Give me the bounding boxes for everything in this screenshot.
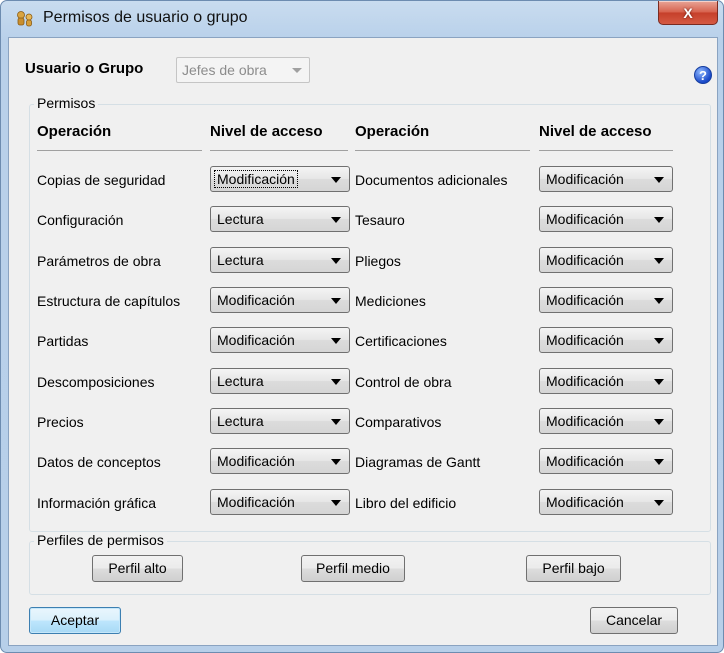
operation-label: Parámetros de obra [37, 253, 161, 269]
perfil-medio-button[interactable]: Perfil medio [301, 555, 405, 582]
operation-label: Diagramas de Gantt [355, 454, 481, 470]
operation-label: Control de obra [355, 374, 452, 390]
chevron-down-icon [654, 258, 664, 264]
access-level-select[interactable]: Modificación [210, 448, 350, 474]
chevron-down-icon [654, 500, 664, 506]
chevron-down-icon [654, 419, 664, 425]
access-level-value: Modificación [546, 211, 624, 227]
chevron-down-icon [654, 459, 664, 465]
access-level-select[interactable]: Modificación [210, 327, 350, 353]
header-divider-left-level [210, 150, 348, 151]
chevron-down-icon [654, 338, 664, 344]
chevron-down-icon [331, 419, 341, 425]
chevron-down-icon [654, 217, 664, 223]
access-level-value: Lectura [217, 211, 264, 227]
users-keys-icon [17, 11, 33, 27]
access-level-select[interactable]: Modificación [539, 448, 673, 474]
chevron-down-icon [292, 68, 302, 73]
header-divider-right-level [539, 150, 673, 151]
user-group-select[interactable]: Jefes de obra [176, 57, 310, 83]
access-level-value: Lectura [217, 413, 264, 429]
access-level-value: Modificación [546, 453, 624, 469]
chevron-down-icon [331, 217, 341, 223]
operation-label: Descomposiciones [37, 374, 155, 390]
operation-label: Mediciones [355, 293, 426, 309]
window-title: Permisos de usuario o grupo [43, 9, 248, 26]
access-level-select[interactable]: Modificación [539, 368, 673, 394]
access-level-value: Modificación [217, 332, 295, 348]
access-level-value: Modificación [546, 373, 624, 389]
perfiles-group-label: Perfiles de permisos [34, 532, 167, 548]
chevron-down-icon [331, 177, 341, 183]
operation-header-left: Operación [37, 123, 112, 140]
chevron-down-icon [331, 379, 341, 385]
operation-label: Precios [37, 414, 84, 430]
access-level-value: Modificación [214, 170, 298, 188]
chevron-down-icon [331, 338, 341, 344]
chevron-down-icon [654, 177, 664, 183]
perfil-bajo-button[interactable]: Perfil bajo [526, 555, 621, 582]
close-button[interactable]: X [658, 1, 718, 25]
operation-label: Certificaciones [355, 333, 447, 349]
title-bar[interactable]: Permisos de usuario o grupo X [1, 1, 723, 37]
access-level-select[interactable]: Lectura [210, 368, 350, 394]
operation-label: Partidas [37, 333, 89, 349]
chevron-down-icon [654, 298, 664, 304]
header-divider-left-op [37, 150, 202, 151]
access-level-select[interactable]: Modificación [539, 247, 673, 273]
access-level-value: Modificación [217, 292, 295, 308]
access-level-value: Modificación [217, 453, 295, 469]
operation-label: Configuración [37, 212, 124, 228]
level-header-left: Nivel de acceso [210, 123, 323, 140]
help-icon[interactable]: ? [694, 66, 712, 84]
access-level-value: Modificación [217, 494, 295, 510]
access-level-value: Modificación [546, 252, 624, 268]
operation-label: Documentos adicionales [355, 172, 508, 188]
operation-label: Copias de seguridad [37, 172, 166, 188]
access-level-select[interactable]: Lectura [210, 247, 350, 273]
access-level-select[interactable]: Lectura [210, 408, 350, 434]
user-group-value: Jefes de obra [182, 62, 267, 78]
user-group-label: Usuario o Grupo [25, 60, 144, 77]
access-level-value: Modificación [546, 332, 624, 348]
access-level-value: Modificación [546, 292, 624, 308]
chevron-down-icon [331, 500, 341, 506]
access-level-select[interactable]: Modificación [210, 166, 350, 192]
access-level-select[interactable]: Lectura [210, 206, 350, 232]
access-level-value: Modificación [546, 494, 624, 510]
operation-label: Datos de conceptos [37, 454, 161, 470]
permisos-group-label: Permisos [34, 95, 99, 111]
perfil-alto-button[interactable]: Perfil alto [92, 555, 183, 582]
level-header-right: Nivel de acceso [539, 123, 652, 140]
operation-label: Pliegos [355, 253, 401, 269]
access-level-select[interactable]: Modificación [539, 206, 673, 232]
access-level-select[interactable]: Modificación [539, 327, 673, 353]
operation-header-right: Operación [355, 123, 430, 140]
chevron-down-icon [654, 379, 664, 385]
access-level-select[interactable]: Modificación [539, 166, 673, 192]
operation-label: Información gráfica [37, 495, 157, 511]
access-level-select[interactable]: Modificación [210, 489, 350, 515]
close-icon: X [683, 4, 693, 21]
chevron-down-icon [331, 258, 341, 264]
chevron-down-icon [331, 298, 341, 304]
chevron-down-icon [331, 459, 341, 465]
access-level-value: Lectura [217, 252, 264, 268]
operation-label: Tesauro [355, 212, 405, 228]
access-level-select[interactable]: Modificación [210, 287, 350, 313]
operation-label: Estructura de capítulos [37, 293, 181, 309]
operation-label: Comparativos [355, 414, 442, 430]
operation-label: Libro del edificio [355, 495, 457, 511]
access-level-select[interactable]: Modificación [539, 408, 673, 434]
access-level-value: Modificación [546, 413, 624, 429]
header-divider-right-op [355, 150, 530, 151]
cancel-button[interactable]: Cancelar [590, 607, 678, 634]
access-level-select[interactable]: Modificación [539, 287, 673, 313]
access-level-value: Modificación [546, 171, 624, 187]
accept-button[interactable]: Aceptar [29, 607, 121, 634]
access-level-select[interactable]: Modificación [539, 489, 673, 515]
access-level-value: Lectura [217, 373, 264, 389]
